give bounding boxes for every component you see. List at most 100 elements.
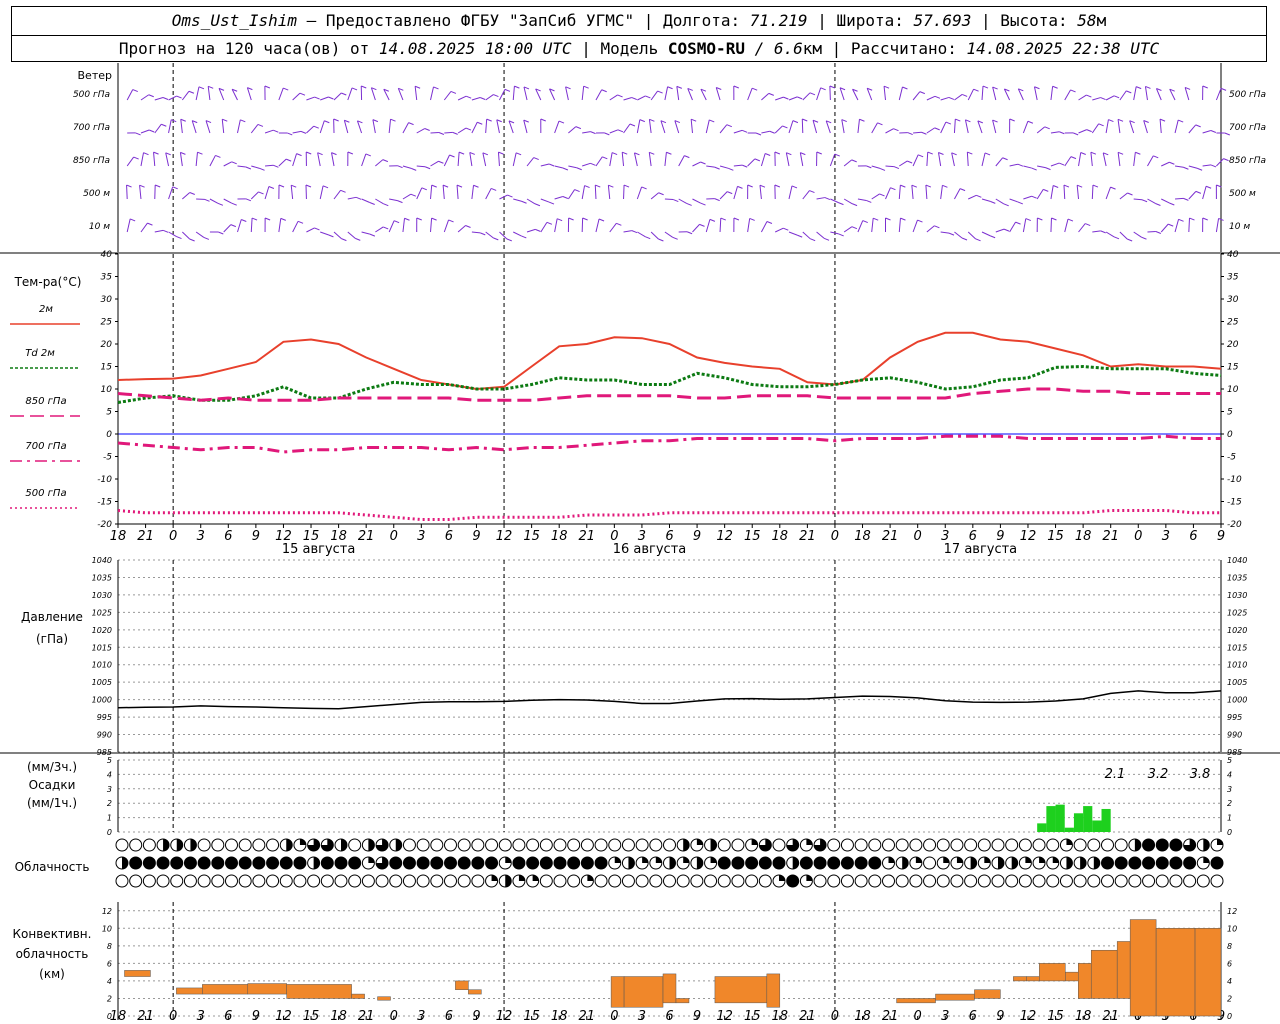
cloud-cover-symbol [526, 856, 540, 870]
cloud-circle [1018, 838, 1032, 852]
wind-barb [1078, 94, 1087, 101]
wind-barb [733, 164, 743, 167]
conv-unit: (км) [39, 967, 65, 981]
wind-barb [926, 152, 929, 167]
wind-barb [623, 230, 632, 233]
wind-barb-flag [285, 158, 292, 162]
wind-barb-flag [324, 120, 330, 124]
wind-barb [788, 231, 798, 236]
cloud-circle [635, 838, 649, 852]
wind-barb-flag [450, 90, 457, 94]
precip-bar [1101, 808, 1111, 832]
cloud-circle [307, 874, 321, 888]
convective-bar [1039, 963, 1066, 982]
wind-barb [457, 95, 467, 101]
wind-barb [1078, 129, 1087, 134]
wind-barb [306, 96, 315, 101]
cloud-fill [190, 839, 197, 851]
temp-tick-left: 0 [106, 430, 112, 440]
wind-barb-flag [1210, 164, 1217, 168]
cloud-circle [402, 838, 416, 852]
wind-barb [676, 86, 680, 101]
cloud-cover-symbol [745, 856, 759, 870]
cloud-cover-symbol [704, 838, 718, 852]
hour-label: 0 [390, 529, 398, 544]
wind-barb [1215, 88, 1222, 101]
cloud-cover-symbol [498, 856, 512, 870]
cloud-cover-symbol [758, 838, 772, 852]
wind-barb [595, 89, 603, 101]
wind-barb [168, 186, 174, 200]
cloud-fill [970, 857, 977, 869]
hour-label: 12 [496, 529, 513, 544]
cloud-cover-symbol [553, 874, 567, 888]
wind-barb [719, 218, 722, 233]
cloud-circle [430, 874, 444, 888]
wind-barb [361, 231, 371, 235]
wind-barb-flag [1202, 85, 1208, 89]
wind-barb [292, 221, 299, 233]
date-label: 16 августа [613, 542, 687, 557]
wind-barb-flag [1155, 231, 1162, 234]
cloud-circle [526, 838, 540, 852]
cloud-cover-symbol [485, 838, 499, 852]
wind-barb [416, 128, 425, 134]
wind-barb-flag [676, 85, 683, 89]
cloud-circle [923, 856, 937, 870]
precip-tick-right: 1 [1227, 814, 1232, 823]
cloud-circle [197, 856, 211, 870]
wind-barb [195, 86, 200, 101]
cloud-cover-symbol [375, 838, 389, 852]
wind-barb-flag [449, 154, 455, 158]
wind-barb-flag [558, 120, 565, 124]
wind-barb-flag [720, 217, 726, 221]
wind-barb [278, 87, 284, 101]
hour-label: 15 [1047, 1009, 1064, 1024]
wind-barb [485, 188, 492, 200]
cloud-cover-symbol [361, 874, 375, 888]
convective-bar [610, 976, 625, 1008]
cloud-circle [717, 874, 731, 888]
cloud-cover-symbol [444, 838, 457, 852]
temp-tick-left: 20 [101, 340, 113, 350]
cloud-circle [1005, 874, 1019, 888]
wind-barb [995, 228, 1005, 233]
wind-barb [1188, 218, 1190, 233]
wind-barb [1202, 164, 1212, 167]
cloud-cover-symbol [840, 838, 854, 852]
cloud-circle [1101, 874, 1114, 888]
wind-barb-flag [984, 152, 991, 156]
wind-barb-flag [208, 85, 214, 89]
wind-barb [402, 122, 410, 134]
cloud-cover-symbol [731, 874, 745, 888]
hour-label: 12 [1020, 1009, 1037, 1024]
wind-barb [953, 119, 956, 134]
wind-barb [582, 162, 591, 167]
cloud-cover-symbol [731, 856, 745, 870]
wind-barb-flag [433, 86, 439, 90]
cloud-fill [532, 875, 539, 881]
wind-barb [333, 231, 342, 239]
cloud-fill [696, 857, 703, 869]
cloud-cover-symbol [594, 838, 608, 852]
cloud-cover-symbol [567, 874, 581, 888]
cloud-circle [348, 856, 362, 870]
wind-barb [1009, 198, 1018, 203]
wind-barb-flag [1202, 217, 1208, 221]
cloud-cover-symbol [471, 856, 485, 870]
pressure-tick-left: 1015 [92, 643, 112, 652]
wind-barb-flag [231, 161, 237, 165]
cloud-fill [710, 839, 717, 851]
cloud-circle [827, 874, 841, 888]
wind-barb-flag [431, 184, 437, 188]
wind-barb-flag [245, 166, 252, 170]
cloud-cover-symbol [1142, 838, 1156, 852]
convective-bar [455, 980, 469, 990]
wind-barb-flag [1141, 199, 1148, 203]
temp-tick-right: 10 [1227, 385, 1239, 395]
cloud-cover-symbol [307, 838, 321, 852]
wind-barb-flag [296, 153, 302, 157]
cloud-cover-symbol [663, 838, 676, 852]
wind-barb-flag [948, 232, 955, 236]
wind-barb [140, 152, 145, 167]
